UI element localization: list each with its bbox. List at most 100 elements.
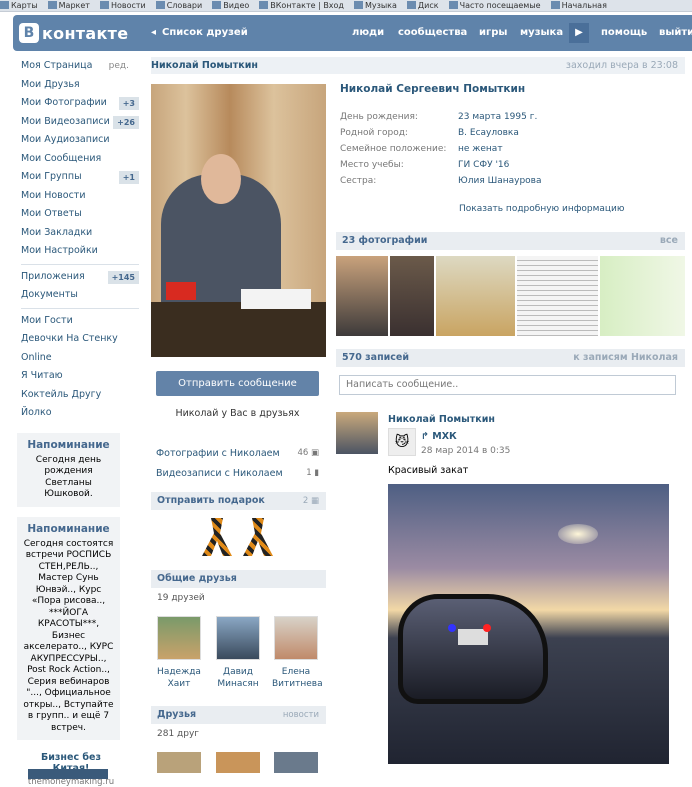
nav-games[interactable]: игры — [479, 27, 507, 38]
common-friend[interactable]: Елена Вититнева — [272, 616, 323, 690]
sidebar-item-groups[interactable]: Мои Группы +1 — [21, 168, 139, 187]
sidebar-item-my-page[interactable]: Моя Страница ред. — [21, 57, 139, 76]
bookmark-label: Словари — [166, 1, 203, 10]
reminder-text[interactable]: Сегодня день рождения Светланы Юшковой. — [21, 455, 116, 501]
sidebar-item-online[interactable]: Online — [21, 349, 139, 368]
sidebar-item-settings[interactable]: Мои Настройки — [21, 242, 139, 261]
post-image[interactable] — [388, 484, 669, 764]
photos-with-link[interactable]: Фотографии с Николаем 46 ▣ — [156, 448, 319, 459]
bookmark-item[interactable]: Музыка — [353, 0, 397, 11]
bookmark-item[interactable]: Карты — [0, 0, 38, 11]
friends-news-link[interactable]: новости — [283, 706, 319, 724]
bookmark-item[interactable]: Диск — [406, 0, 439, 11]
sidebar-item-yolko[interactable]: Йолко — [21, 404, 139, 423]
sidebar-item-friends[interactable]: Мои Друзья — [21, 76, 139, 95]
info-value[interactable]: В. Есауловка — [458, 125, 519, 141]
bookmark-item[interactable]: Часто посещаемые — [448, 0, 541, 11]
info-value[interactable]: Юлия Шанаурова — [458, 173, 542, 189]
post-author[interactable]: Николай Помыткин — [388, 414, 495, 425]
play-icon[interactable]: ▶ — [569, 23, 589, 43]
sidebar-item-apps[interactable]: Приложения +145 — [21, 268, 139, 287]
bookmark-icon — [406, 1, 416, 9]
sidebar-item-reading[interactable]: Я Читаю — [21, 367, 139, 386]
photo-thumb[interactable] — [390, 256, 434, 336]
videos-with-link[interactable]: Видеозаписи с Николаем 1 ▮ — [156, 468, 319, 479]
sidebar-item-news[interactable]: Мои Новости — [21, 187, 139, 206]
nav-music[interactable]: музыка — [520, 27, 563, 38]
photo-paper — [241, 289, 311, 309]
post-date[interactable]: 28 мар 2014 в 0:35 — [421, 446, 510, 456]
sidebar-item-documents[interactable]: Документы — [21, 286, 139, 305]
photos-all-link[interactable]: все — [660, 232, 678, 250]
wall-title: 570 записей — [342, 352, 410, 363]
friend-name: Надежда Хаит — [157, 667, 201, 689]
count-value: 2 — [302, 496, 309, 506]
bookmark-label: Музыка — [364, 1, 397, 10]
nav-help[interactable]: помощь — [601, 27, 647, 38]
bookmark-item[interactable]: Новости — [99, 0, 146, 11]
divider — [21, 307, 139, 309]
police-car — [458, 629, 488, 645]
info-value[interactable]: не женат — [458, 141, 503, 157]
sidebar-item-cocktail[interactable]: Коктейль Другу — [21, 386, 139, 405]
sidebar-item-audio[interactable]: Мои Аудиозаписи — [21, 131, 139, 150]
nav-people[interactable]: люди — [352, 27, 384, 38]
repost-source-name[interactable]: МХК — [432, 431, 457, 442]
sidebar-item-answers[interactable]: Мои Ответы — [21, 205, 139, 224]
nav-communities[interactable]: сообщества — [398, 27, 467, 38]
gift-ribbon-icon[interactable] — [202, 518, 232, 556]
photo-thumb[interactable] — [336, 256, 388, 336]
sidebar-item-guests[interactable]: Мои Гости — [21, 312, 139, 331]
profile-header: Николай Помыткин заходил вчера в 23:08 — [151, 57, 685, 74]
send-message-button[interactable]: Отправить сообщение — [156, 371, 319, 396]
sidebar-item-videos[interactable]: Мои Видеозаписи +26 — [21, 113, 139, 132]
sidebar-item-bookmarks[interactable]: Мои Закладки — [21, 224, 139, 243]
repost-source[interactable]: ↱ МХК — [421, 431, 457, 442]
bookmark-item[interactable]: Маркет — [47, 0, 90, 11]
sidebar-item-photos[interactable]: Мои Фотографии +3 — [21, 94, 139, 113]
photo-thumb[interactable] — [436, 256, 515, 336]
sidebar-item-label: Мои Друзья — [21, 78, 80, 90]
sidebar-item-messages[interactable]: Мои Сообщения — [21, 150, 139, 169]
info-row: Семейное положение: не женат — [340, 141, 685, 157]
common-friend[interactable]: Надежда Хаит — [155, 616, 203, 690]
vk-logo-mark: В — [19, 23, 39, 43]
bookmark-label: Карты — [11, 1, 38, 10]
common-friends-header[interactable]: Общие друзья — [151, 570, 326, 588]
profile-photo[interactable] — [151, 84, 326, 357]
gift-section-header[interactable]: Отправить подарок 2 ▦ — [151, 492, 326, 510]
cat-avatar-icon[interactable]: 😼 — [388, 428, 416, 456]
info-value[interactable]: ГИ СФУ '16 — [458, 157, 509, 173]
bookmark-item[interactable]: Словари — [155, 0, 203, 11]
ad-image[interactable] — [28, 769, 108, 779]
gift-ribbon-icon[interactable] — [243, 518, 273, 556]
bookmark-item[interactable]: Начальная — [550, 0, 607, 11]
count-value: 1 — [306, 468, 312, 478]
friend-avatar[interactable] — [274, 752, 318, 773]
info-value[interactable]: 23 марта 1995 г. — [458, 109, 537, 125]
show-more-info-link[interactable]: Показать подробную информацию — [459, 204, 624, 214]
sidebar-item-girls-wall[interactable]: Девочки На Стенку — [21, 330, 139, 349]
bookmark-item[interactable]: ВКонтакте | Вход — [259, 0, 344, 11]
common-friend[interactable]: Давид Минасян — [214, 616, 262, 690]
reminder-text[interactable]: Сегодня состоятся встречи РОСПИСЬ СТЕН,Р… — [21, 539, 116, 735]
wall-post-input[interactable]: Написать сообщение.. — [339, 375, 676, 395]
count-badge: +145 — [107, 270, 139, 284]
vk-logo[interactable]: В контакте — [19, 22, 128, 44]
photo-thumb[interactable] — [517, 256, 598, 336]
wall-posts-link[interactable]: к записям Николая — [573, 349, 678, 367]
friend-avatar[interactable] — [216, 752, 260, 773]
friends-header[interactable]: Друзья новости — [151, 706, 326, 724]
back-arrow-icon: ◂ — [151, 27, 157, 38]
bookmark-item[interactable]: Видео — [212, 0, 249, 11]
photos-header[interactable]: 23 фотографии все — [336, 232, 685, 250]
bookmark-label: Начальная — [561, 1, 607, 10]
post-author-avatar[interactable] — [336, 412, 378, 454]
nav-logout[interactable]: выйти — [659, 27, 692, 38]
breadcrumb[interactable]: ◂ Список друзей — [151, 27, 248, 38]
count-value: 46 — [297, 448, 309, 458]
photo-thumb[interactable] — [600, 256, 685, 336]
friend-avatar[interactable] — [157, 752, 201, 773]
edit-link[interactable]: ред. — [109, 57, 129, 76]
wall-header[interactable]: 570 записей к записям Николая — [336, 349, 685, 367]
